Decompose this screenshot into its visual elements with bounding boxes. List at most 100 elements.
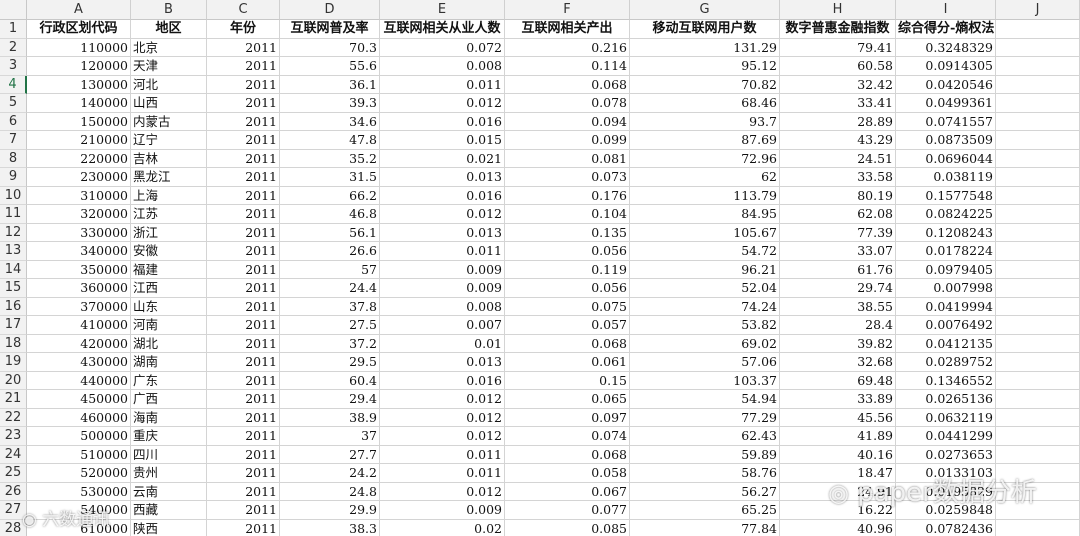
- table-cell[interactable]: 2011: [207, 168, 280, 187]
- table-cell[interactable]: 38.55: [780, 297, 896, 316]
- table-cell[interactable]: 38.3: [280, 519, 380, 536]
- table-cell[interactable]: 59.89: [630, 445, 780, 464]
- empty-cell[interactable]: [996, 279, 1080, 298]
- table-cell[interactable]: 310000: [27, 186, 131, 205]
- table-cell[interactable]: 58.76: [630, 464, 780, 483]
- table-cell[interactable]: 0.0441299: [896, 427, 996, 446]
- table-cell[interactable]: 70.82: [630, 75, 780, 94]
- column-title-cell[interactable]: 数字普惠金融指数: [780, 20, 896, 39]
- table-cell[interactable]: 70.3: [280, 38, 380, 57]
- table-cell[interactable]: 320000: [27, 205, 131, 224]
- table-cell[interactable]: 0.012: [380, 482, 505, 501]
- table-cell[interactable]: 52.04: [630, 279, 780, 298]
- table-cell[interactable]: 0.1346552: [896, 371, 996, 390]
- table-cell[interactable]: 0.099: [505, 131, 630, 150]
- table-cell[interactable]: 0.068: [505, 445, 630, 464]
- table-cell[interactable]: 24.8: [280, 482, 380, 501]
- table-cell[interactable]: 2011: [207, 353, 280, 372]
- table-cell[interactable]: 370000: [27, 297, 131, 316]
- table-cell[interactable]: 62: [630, 168, 780, 187]
- table-cell[interactable]: 79.41: [780, 38, 896, 57]
- select-all-corner[interactable]: [0, 0, 27, 20]
- empty-cell[interactable]: [996, 390, 1080, 409]
- table-cell[interactable]: 0.081: [505, 149, 630, 168]
- table-cell[interactable]: 0.074: [505, 427, 630, 446]
- table-cell[interactable]: 0.061: [505, 353, 630, 372]
- table-cell[interactable]: 26.6: [280, 242, 380, 261]
- table-cell[interactable]: 510000: [27, 445, 131, 464]
- table-cell[interactable]: 0.085: [505, 519, 630, 536]
- table-cell[interactable]: 2011: [207, 445, 280, 464]
- empty-cell[interactable]: [996, 316, 1080, 335]
- table-cell[interactable]: 重庆: [131, 427, 207, 446]
- table-cell[interactable]: 0.009: [380, 279, 505, 298]
- table-cell[interactable]: 0.0914305: [896, 57, 996, 76]
- empty-cell[interactable]: [996, 371, 1080, 390]
- table-cell[interactable]: 内蒙古: [131, 112, 207, 131]
- table-cell[interactable]: 87.69: [630, 131, 780, 150]
- empty-cell[interactable]: [996, 149, 1080, 168]
- table-cell[interactable]: 24.51: [780, 149, 896, 168]
- table-cell[interactable]: 74.24: [630, 297, 780, 316]
- table-cell[interactable]: 60.58: [780, 57, 896, 76]
- empty-cell[interactable]: [996, 464, 1080, 483]
- table-cell[interactable]: 530000: [27, 482, 131, 501]
- table-cell[interactable]: 2011: [207, 390, 280, 409]
- table-cell[interactable]: 520000: [27, 464, 131, 483]
- table-cell[interactable]: 120000: [27, 57, 131, 76]
- table-cell[interactable]: 39.3: [280, 94, 380, 113]
- table-cell[interactable]: 33.07: [780, 242, 896, 261]
- table-cell[interactable]: 陕西: [131, 519, 207, 536]
- table-cell[interactable]: 0.021: [380, 149, 505, 168]
- table-cell[interactable]: 330000: [27, 223, 131, 242]
- column-title-cell[interactable]: 年份: [207, 20, 280, 39]
- table-cell[interactable]: 77.29: [630, 408, 780, 427]
- table-cell[interactable]: 0.072: [380, 38, 505, 57]
- table-cell[interactable]: 24.91: [780, 482, 896, 501]
- table-cell[interactable]: 27.5: [280, 316, 380, 335]
- table-cell[interactable]: 131.29: [630, 38, 780, 57]
- empty-cell[interactable]: [996, 38, 1080, 57]
- table-cell[interactable]: 2011: [207, 57, 280, 76]
- table-cell[interactable]: 450000: [27, 390, 131, 409]
- table-cell[interactable]: 2011: [207, 223, 280, 242]
- table-cell[interactable]: 33.58: [780, 168, 896, 187]
- table-cell[interactable]: 0.097: [505, 408, 630, 427]
- table-cell[interactable]: 0.077: [505, 501, 630, 520]
- table-cell[interactable]: 93.7: [630, 112, 780, 131]
- table-cell[interactable]: 29.5: [280, 353, 380, 372]
- table-cell[interactable]: 230000: [27, 168, 131, 187]
- table-cell[interactable]: 360000: [27, 279, 131, 298]
- table-cell[interactable]: 0.009: [380, 260, 505, 279]
- column-header-i[interactable]: I: [896, 0, 996, 20]
- table-cell[interactable]: 0.009: [380, 501, 505, 520]
- table-cell[interactable]: 113.79: [630, 186, 780, 205]
- empty-cell[interactable]: [996, 519, 1080, 536]
- table-cell[interactable]: 33.41: [780, 94, 896, 113]
- table-cell[interactable]: 62.08: [780, 205, 896, 224]
- table-cell[interactable]: 2011: [207, 519, 280, 536]
- table-cell[interactable]: 32.68: [780, 353, 896, 372]
- table-cell[interactable]: 54.94: [630, 390, 780, 409]
- table-cell[interactable]: 0.065: [505, 390, 630, 409]
- table-cell[interactable]: 云南: [131, 482, 207, 501]
- column-header-e[interactable]: E: [380, 0, 505, 20]
- table-cell[interactable]: 96.21: [630, 260, 780, 279]
- table-cell[interactable]: 220000: [27, 149, 131, 168]
- table-cell[interactable]: 0.119: [505, 260, 630, 279]
- table-cell[interactable]: 0.011: [380, 242, 505, 261]
- column-title-cell[interactable]: 互联网相关从业人数: [380, 20, 505, 39]
- column-header-g[interactable]: G: [630, 0, 780, 20]
- table-cell[interactable]: 广东: [131, 371, 207, 390]
- table-cell[interactable]: 2011: [207, 112, 280, 131]
- empty-cell[interactable]: [996, 408, 1080, 427]
- table-cell[interactable]: 0.135: [505, 223, 630, 242]
- table-cell[interactable]: 40.96: [780, 519, 896, 536]
- table-cell[interactable]: 安徽: [131, 242, 207, 261]
- table-cell[interactable]: 0.057: [505, 316, 630, 335]
- table-cell[interactable]: 130000: [27, 75, 131, 94]
- table-cell[interactable]: 0.0076492: [896, 316, 996, 335]
- table-cell[interactable]: 湖北: [131, 334, 207, 353]
- column-title-cell[interactable]: 互联网相关产出: [505, 20, 630, 39]
- table-cell[interactable]: 37.8: [280, 297, 380, 316]
